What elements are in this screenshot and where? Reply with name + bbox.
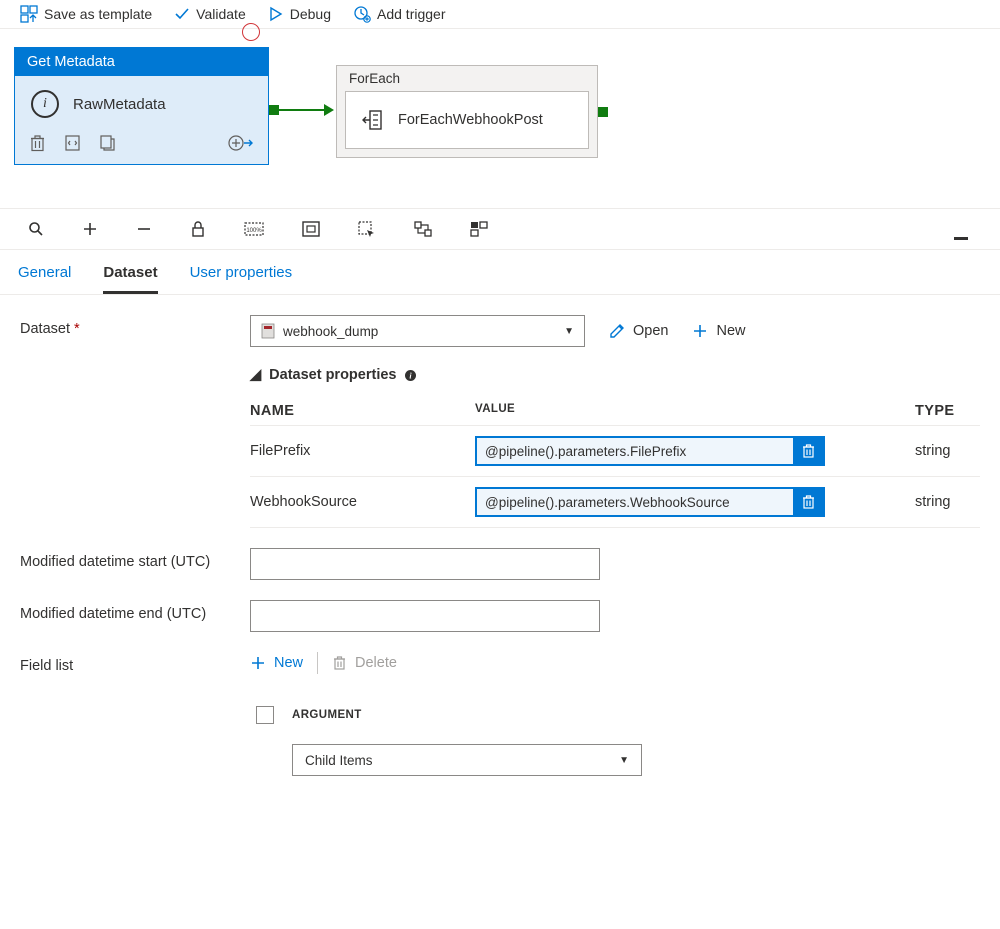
- info-icon: i: [31, 90, 59, 118]
- validate-button[interactable]: Validate: [174, 6, 246, 22]
- search-icon[interactable]: [28, 221, 44, 237]
- dataset-props-title: Dataset properties: [269, 367, 396, 383]
- connector: [269, 105, 339, 115]
- field-list-delete-button: Delete: [332, 655, 397, 671]
- svg-text:100%: 100%: [246, 228, 262, 234]
- field-list-label: Field list: [20, 652, 250, 674]
- trash-icon: [332, 655, 347, 671]
- debug-button[interactable]: Debug: [268, 6, 331, 22]
- new-label: New: [716, 323, 745, 339]
- tab-dataset[interactable]: Dataset: [103, 264, 157, 294]
- validate-label: Validate: [196, 6, 246, 22]
- field-list-delete-label: Delete: [355, 655, 397, 671]
- col-type-header: TYPE: [915, 403, 980, 419]
- trash-icon: [801, 443, 816, 459]
- new-dataset-button[interactable]: New: [692, 323, 745, 339]
- check-icon: [174, 6, 190, 22]
- zoom-out-icon[interactable]: [136, 221, 152, 237]
- open-label: Open: [633, 323, 668, 339]
- foreach-icon: [360, 108, 384, 132]
- plus-icon: [250, 655, 266, 671]
- argument-checkbox[interactable]: [256, 706, 274, 724]
- prop-name: WebhookSource: [250, 494, 475, 510]
- pipeline-canvas[interactable]: Get Metadata i RawMetadata ForEach ForEa…: [0, 29, 1000, 209]
- output-port[interactable]: [598, 107, 608, 117]
- trigger-icon: [353, 5, 371, 23]
- tab-user-properties[interactable]: User properties: [190, 264, 293, 294]
- prop-value-input[interactable]: @pipeline().parameters.FilePrefix: [475, 436, 825, 466]
- col-value-header: VALUE: [475, 403, 915, 419]
- dataset-props-header[interactable]: ◢ Dataset properties i: [250, 367, 980, 383]
- dataset-file-icon: [261, 323, 275, 339]
- play-icon: [268, 6, 284, 22]
- argument-select[interactable]: Child Items ▼: [292, 744, 642, 776]
- list-item: Child Items ▼: [292, 744, 980, 776]
- lock-icon[interactable]: [190, 221, 206, 237]
- code-icon[interactable]: [64, 134, 81, 152]
- chevron-down-icon: ▼: [619, 755, 629, 766]
- debug-label: Debug: [290, 6, 331, 22]
- plus-icon: [692, 323, 708, 339]
- collapse-triangle-icon: ◢: [250, 367, 261, 383]
- breakpoint-circle[interactable]: [242, 23, 260, 41]
- argument-value: Child Items: [305, 753, 373, 768]
- select-icon[interactable]: [358, 221, 376, 237]
- open-button[interactable]: Open: [609, 323, 668, 339]
- prop-value: @pipeline().parameters.FilePrefix: [477, 444, 793, 459]
- required-asterisk: *: [74, 321, 80, 337]
- zoom-reset-icon[interactable]: 100%: [244, 221, 264, 237]
- prop-value: @pipeline().parameters.WebhookSource: [477, 495, 793, 510]
- tab-general[interactable]: General: [18, 264, 71, 294]
- align-icon[interactable]: [414, 221, 432, 237]
- add-trigger-button[interactable]: Add trigger: [353, 5, 445, 23]
- delete-value-button[interactable]: [793, 436, 823, 466]
- node-name: ForEachWebhookPost: [398, 112, 543, 128]
- field-list-new-label: New: [274, 655, 303, 671]
- modified-start-label: Modified datetime start (UTC): [20, 548, 250, 570]
- dataset-label: Dataset: [20, 321, 70, 337]
- layout-icon[interactable]: [470, 221, 488, 237]
- chevron-down-icon: ▼: [564, 326, 574, 337]
- fit-icon[interactable]: [302, 221, 320, 237]
- prop-value-input[interactable]: @pipeline().parameters.WebhookSource: [475, 487, 825, 517]
- add-trigger-label: Add trigger: [377, 6, 445, 22]
- collapse-handle[interactable]: [954, 237, 968, 240]
- prop-type: string: [915, 494, 980, 510]
- modified-end-label: Modified datetime end (UTC): [20, 600, 250, 622]
- pencil-icon: [609, 323, 625, 339]
- argument-header: ARGUMENT: [292, 709, 362, 721]
- table-row: FilePrefix @pipeline().parameters.FilePr…: [250, 426, 980, 477]
- prop-type: string: [915, 443, 980, 459]
- save-template-label: Save as template: [44, 6, 152, 22]
- node-title: ForEach: [337, 66, 597, 91]
- add-output-icon[interactable]: [228, 132, 254, 154]
- field-list-new-button[interactable]: New: [250, 655, 303, 671]
- zoom-in-icon[interactable]: [82, 221, 98, 237]
- modified-end-input[interactable]: [250, 600, 600, 632]
- separator: [317, 652, 318, 674]
- prop-name: FilePrefix: [250, 443, 475, 459]
- node-foreach[interactable]: ForEach ForEachWebhookPost: [336, 65, 598, 158]
- modified-start-input[interactable]: [250, 548, 600, 580]
- copy-icon[interactable]: [99, 134, 116, 152]
- node-name: RawMetadata: [73, 96, 166, 113]
- dataset-select[interactable]: webhook_dump ▼: [250, 315, 585, 347]
- save-template-icon: [20, 5, 38, 23]
- delete-icon[interactable]: [29, 134, 46, 152]
- table-row: WebhookSource @pipeline().parameters.Web…: [250, 477, 980, 528]
- dataset-value: webhook_dump: [283, 324, 378, 339]
- delete-value-button[interactable]: [793, 487, 823, 517]
- node-get-metadata[interactable]: Get Metadata i RawMetadata: [14, 47, 269, 165]
- node-title: Get Metadata: [15, 48, 268, 76]
- col-name-header: NAME: [250, 403, 475, 419]
- trash-icon: [801, 494, 816, 510]
- save-template-button[interactable]: Save as template: [20, 5, 152, 23]
- info-icon: i: [404, 369, 417, 382]
